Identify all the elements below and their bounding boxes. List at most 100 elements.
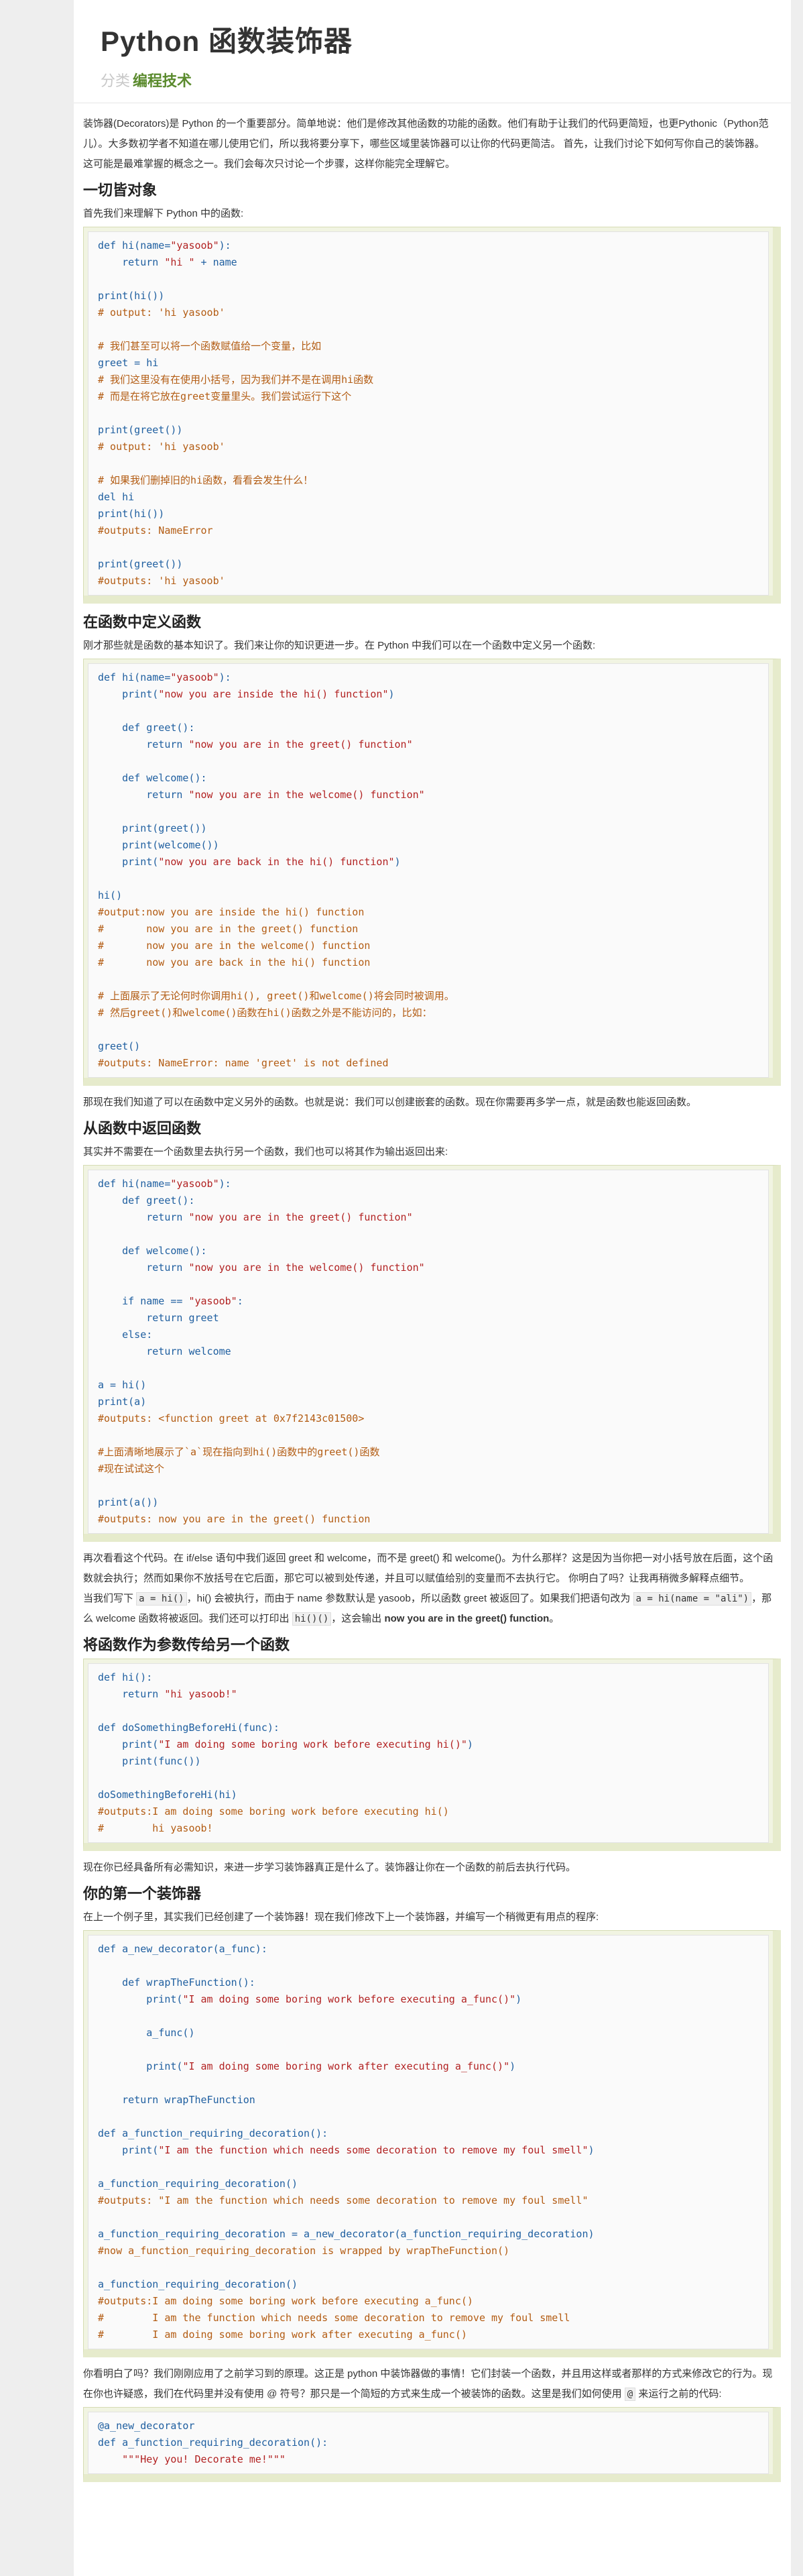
code-token: return: [98, 1688, 165, 1700]
code-token: "yasoob": [170, 1178, 219, 1190]
code-line: return "now you are in the welcome() fun…: [98, 1262, 424, 1274]
code-token: # I am the function which needs some dec…: [98, 2312, 570, 2324]
code-line: print(func()): [98, 1755, 201, 1767]
code-line: print(a): [98, 1396, 146, 1408]
code-token: # output: 'hi yasoob': [98, 306, 225, 319]
code-token: print(: [98, 1993, 183, 2005]
intro-paragraph-1: 装饰器(Decorators)是 Python 的一个重要部分。简单地说：他们是…: [83, 118, 769, 150]
code-token: # now you are back in the hi() function: [98, 956, 371, 968]
code-line: return "now you are in the welcome() fun…: [98, 789, 425, 801]
code-line: #outputs:I am doing some boring work bef…: [98, 2295, 473, 2307]
code-token: a_function_requiring_decoration = a_new_…: [98, 2228, 595, 2240]
code-block-4-content: def hi(): return "hi yasoob!" def doSome…: [88, 1663, 769, 1843]
code-token: # I am doing some boring work after exec…: [98, 2329, 467, 2341]
code-token: print(greet()): [98, 822, 207, 834]
code-block-6-content: @a_new_decorator def a_function_requirin…: [88, 2412, 769, 2474]
inline-code: a = hi(name = "ali"): [633, 1592, 752, 1606]
code-token: return: [98, 1211, 189, 1223]
code-token: print(hi()): [98, 290, 165, 302]
code-token: # output: 'hi yasoob': [98, 441, 225, 453]
code-line: # 我们这里没有在使用小括号，因为我们并不是在调用hi函数: [98, 374, 373, 386]
code-token: # now you are in the greet() function: [98, 923, 359, 935]
code-token: def a_function_requiring_decoration():: [98, 2127, 328, 2139]
code-token: ):: [219, 1178, 231, 1190]
code-token: return welcome: [98, 1345, 231, 1357]
code-token: "hi yasoob!": [164, 1688, 237, 1700]
code-token: greet = hi: [98, 357, 159, 369]
code-token: else:: [98, 1329, 153, 1341]
code-token: return greet: [98, 1312, 219, 1324]
section-5-text: 在上一个例子里，其实我们已经创建了一个装饰器！现在我们修改下上一个装饰器，并编写…: [83, 1911, 599, 1923]
code-token: "I am doing some boring work before exec…: [182, 1993, 516, 2005]
code-block-5-content: def a_new_decorator(a_func): def wrapThe…: [88, 1935, 769, 2349]
code-token: # 我们这里没有在使用小括号，因为我们并不是在调用hi函数: [98, 374, 374, 386]
code-token: #output:now you are inside the hi() func…: [98, 906, 365, 918]
code-token: # 而是在将它放在greet变量里头。我们尝试运行下这个: [98, 390, 352, 402]
inline-code: @: [624, 2388, 636, 2401]
text-span: 。: [549, 1613, 560, 1624]
code-line: # 而是在将它放在greet变量里头。我们尝试运行下这个: [98, 390, 351, 402]
code-line: a = hi(): [98, 1379, 146, 1391]
code-line: #上面清晰地展示了`a`现在指向到hi()函数中的greet()函数: [98, 1446, 379, 1458]
code-line: hi(): [98, 889, 122, 901]
section-heading-3: 从函数中返回函数: [83, 1120, 202, 1137]
code-line: # now you are in the greet() function: [98, 923, 358, 935]
code-line: return "now you are in the greet() funct…: [98, 738, 413, 750]
code-token: "now you are in the greet() function": [188, 738, 413, 750]
code-token: # now you are in the welcome() function: [98, 940, 371, 952]
code-token: print(func()): [98, 1755, 201, 1767]
code-line: return welcome: [98, 1345, 231, 1357]
code-token: a_func(): [98, 2027, 195, 2039]
code-token: ):: [219, 239, 231, 251]
code-line: def doSomethingBeforeHi(func):: [98, 1722, 280, 1734]
intro-paragraph-2: 这可能是最难掌握的概念之一。我们会每次只讨论一个步骤，这样你能完全理解它。: [83, 158, 456, 170]
code-line: # now you are back in the hi() function: [98, 956, 370, 968]
code-line: return "now you are in the greet() funct…: [98, 1211, 412, 1223]
code-line: def wrapTheFunction():: [98, 1976, 255, 1989]
code-line: def greet():: [98, 1194, 194, 1207]
code-line: print(a()): [98, 1496, 158, 1508]
code-token: #outputs:I am doing some boring work bef…: [98, 1805, 449, 1817]
section-3-text: 其实并不需要在一个函数里去执行另一个函数，我们也可以将其作为输出返回出来:: [83, 1146, 448, 1158]
code-line: print(greet()): [98, 424, 182, 436]
code-line: # 我们甚至可以将一个函数赋值给一个变量，比如: [98, 340, 321, 352]
code-token: def wrapTheFunction():: [98, 1976, 255, 1989]
code-token: #outputs: now you are in the greet() fun…: [98, 1513, 371, 1525]
code-token: "hi ": [164, 256, 195, 268]
code-line: #outputs:I am doing some boring work bef…: [98, 1805, 449, 1817]
code-token: def hi(name=: [98, 1178, 171, 1190]
code-line: print("I am doing some boring work after…: [98, 2060, 515, 2072]
code-line: def hi(name="yasoob"):: [98, 239, 231, 251]
code-token: hi(): [98, 889, 123, 901]
section-2-text: 刚才那些就是函数的基本知识了。我们来让你的知识更进一步。在 Python 中我们…: [83, 640, 596, 651]
code-block-4: def hi(): return "hi yasoob!" def doSome…: [83, 1659, 781, 1851]
code-token: ): [509, 2060, 516, 2072]
code-token: def hi():: [98, 1671, 153, 1683]
code-token: ):: [219, 671, 231, 683]
code-token: print(: [98, 2144, 159, 2156]
code-line: #now a_function_requiring_decoration is …: [98, 2245, 509, 2257]
code-line: a_function_requiring_decoration(): [98, 2178, 298, 2190]
code-line: print(greet()): [98, 558, 182, 570]
code-token: def greet():: [98, 722, 195, 734]
code-line: # 然后greet()和welcome()函数在hi()函数之外是不能访问的，比…: [98, 1007, 432, 1019]
code-token: "yasoob": [170, 239, 219, 251]
code-block-2: def hi(name="yasoob"): print("now you ar…: [83, 659, 781, 1086]
code-line: """Hey you! Decorate me!""": [98, 2453, 286, 2465]
code-line: # 如果我们删掉旧的hi函数，看看会发生什么！: [98, 474, 313, 486]
inline-code: a = hi(): [136, 1592, 187, 1606]
code-token: print(hi()): [98, 508, 165, 520]
code-line: doSomethingBeforeHi(hi): [98, 1789, 237, 1801]
code-line: def welcome():: [98, 772, 206, 784]
section-heading-2: 在函数中定义函数: [83, 614, 202, 630]
code-token: :: [237, 1295, 243, 1307]
code-line: # I am doing some boring work after exec…: [98, 2329, 467, 2341]
category-link[interactable]: 编程技术: [133, 72, 192, 89]
text-span: ，这会输出: [331, 1613, 385, 1624]
code-token: return: [98, 1262, 189, 1274]
code-line: a_function_requiring_decoration = a_new_…: [98, 2228, 595, 2240]
code-line: def a_function_requiring_decoration():: [98, 2127, 328, 2139]
section-heading-4: 将函数作为参数传给另一个函数: [83, 1636, 290, 1653]
code-token: "now you are in the welcome() function": [188, 789, 425, 801]
